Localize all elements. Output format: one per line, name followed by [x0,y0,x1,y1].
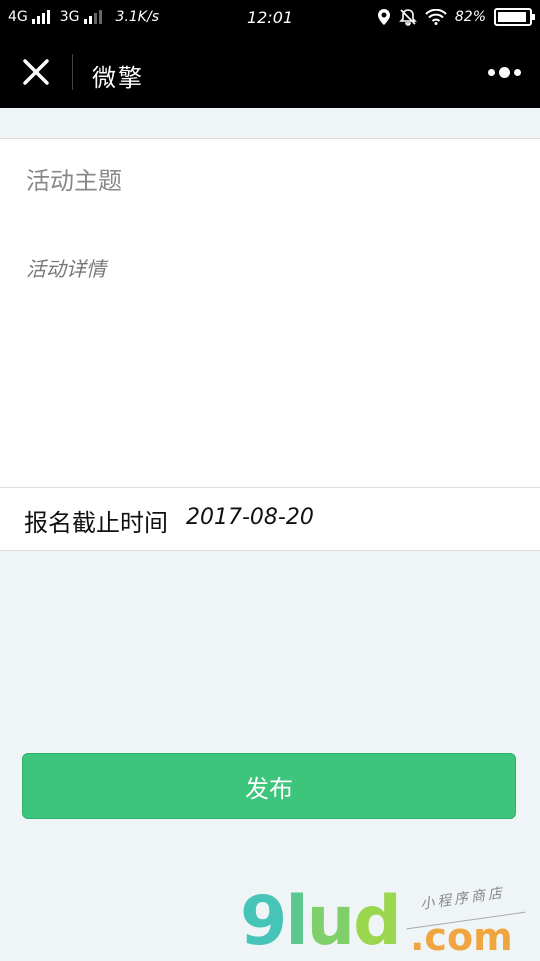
wm-d: d [353,882,402,961]
close-icon [23,59,49,85]
deadline-label: 报名截止时间 [24,509,168,537]
watermark-dotcom: .com [410,915,513,959]
topic-input[interactable] [24,167,508,197]
close-button[interactable] [16,52,56,92]
nav-divider [72,54,73,90]
wm-g: 9 [240,882,287,961]
watermark-logo-text: 9lud [240,888,402,956]
deadline-date-picker[interactable]: 2017-08-20 [186,505,314,530]
system-icons: 82% [377,8,535,26]
more-icon [487,66,521,78]
detail-textarea[interactable] [24,251,508,475]
deadline-row: 报名截止时间 2017-08-20 [0,488,540,551]
topic-field [0,138,540,234]
wifi-icon [425,9,447,25]
page-title: 微擎 [92,64,144,92]
location-icon [377,9,390,25]
battery-icon [494,8,535,26]
watermark-logo: 9lud 小程序商店 .com [240,880,540,960]
watermark-tagline: 小程序商店 [419,885,506,913]
battery-percent: 82% [454,9,486,25]
wm-l: l [285,882,308,961]
detail-field [0,233,540,488]
status-bar: 4G 3G 3.1K/s 12:01 82% [0,0,540,36]
publish-button[interactable]: 发布 [22,753,516,819]
more-button[interactable] [484,60,524,84]
nav-bar: 微擎 [0,36,540,108]
mute-bell-icon [398,9,417,26]
wm-u: u [306,882,355,961]
